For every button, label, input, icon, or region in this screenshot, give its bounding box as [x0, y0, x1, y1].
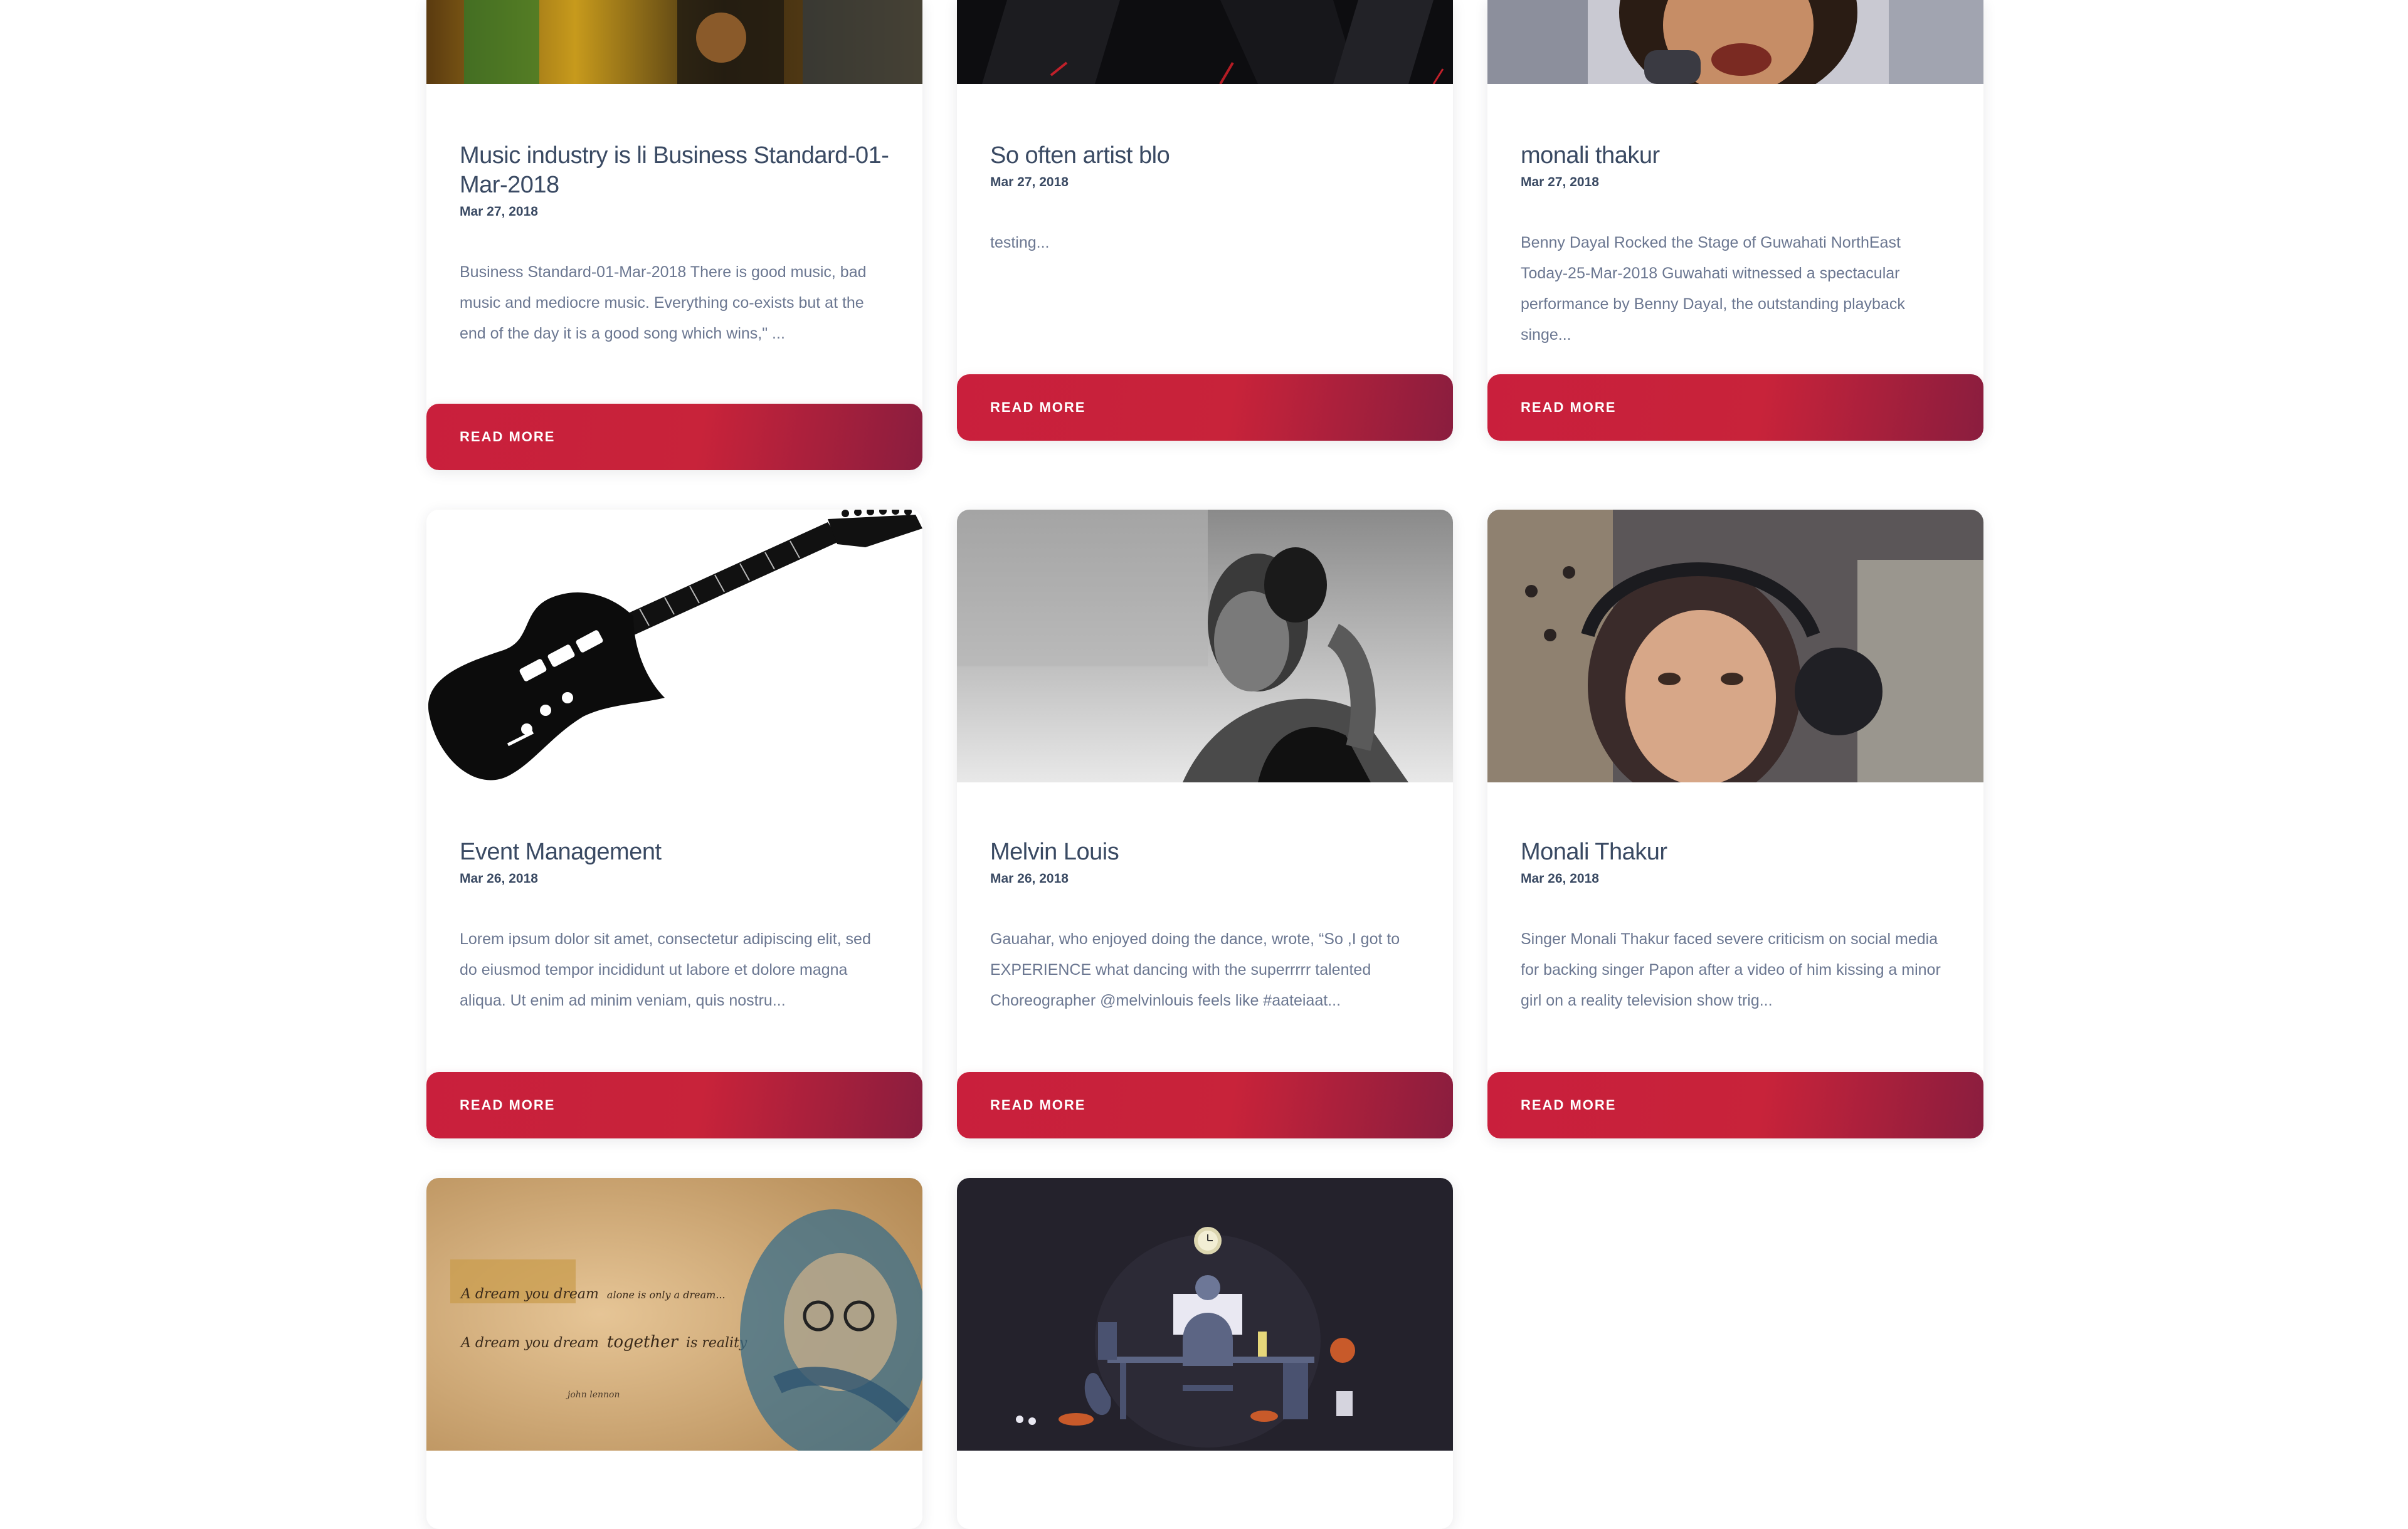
post-card: A dream you dream alone is only a dream.…: [426, 1178, 922, 1529]
post-excerpt: testing...: [990, 234, 1050, 251]
quote-line1-b: alone is only a dream...: [607, 1289, 726, 1301]
quote-line2-b: together: [607, 1333, 679, 1352]
post-title[interactable]: Monali Thakur: [1521, 838, 1950, 867]
blog-grid: Music industry is li Business Standard-0…: [0, 0, 2408, 1529]
post-date: Mar 26, 2018: [460, 871, 538, 886]
read-more-button[interactable]: READ MORE: [957, 1072, 1453, 1138]
post-thumbnail-abstract[interactable]: [957, 0, 1453, 84]
read-more-label: READ MORE: [1521, 399, 1617, 415]
post-date: Mar 26, 2018: [1521, 871, 1599, 886]
quote-line2-c: is reality: [686, 1335, 747, 1351]
read-more-label: READ MORE: [990, 399, 1086, 415]
post-date: Mar 27, 2018: [460, 204, 538, 219]
post-title[interactable]: Music industry is li Business Standard-0…: [460, 141, 889, 200]
post-thumbnail-concert[interactable]: [426, 0, 922, 84]
read-more-label: READ MORE: [1521, 1097, 1617, 1113]
post-thumbnail-night-desk[interactable]: [957, 1178, 1453, 1451]
read-more-button[interactable]: READ MORE: [1487, 1072, 1983, 1138]
read-more-label: READ MORE: [460, 429, 556, 444]
post-card: So often artist blo Mar 27, 2018 testing…: [957, 0, 1453, 441]
post-excerpt: Benny Dayal Rocked the Stage of Guwahati…: [1521, 234, 1905, 344]
quote-signature: john lennon: [566, 1390, 620, 1400]
post-date: Mar 27, 2018: [990, 175, 1069, 189]
post-excerpt: Singer Monali Thakur faced severe critic…: [1521, 930, 1941, 1009]
quote-line1-a: A dream you dream: [460, 1286, 599, 1302]
post-excerpt: Lorem ipsum dolor sit amet, consectetur …: [460, 930, 871, 1009]
post-excerpt: Gauahar, who enjoyed doing the dance, wr…: [990, 930, 1400, 1009]
post-thumbnail-lennon-quote[interactable]: A dream you dream alone is only a dream.…: [426, 1178, 922, 1451]
read-more-button[interactable]: READ MORE: [426, 404, 922, 470]
read-more-button[interactable]: READ MORE: [426, 1072, 922, 1138]
post-title[interactable]: Event Management: [460, 838, 889, 867]
post-card: monali thakur Mar 27, 2018 Benny Dayal R…: [1487, 0, 1983, 441]
svg-text:A dream you dream al: A dream you dream alone is only a dream.…: [460, 1286, 726, 1302]
post-date: Mar 26, 2018: [990, 871, 1069, 886]
post-card: Melvin Louis Mar 26, 2018 Gauahar, who e…: [957, 510, 1453, 1138]
post-date: Mar 27, 2018: [1521, 175, 1599, 189]
read-more-button[interactable]: READ MORE: [1487, 374, 1983, 441]
post-card: Event Management Mar 26, 2018 Lorem ipsu…: [426, 510, 922, 1138]
read-more-button[interactable]: READ MORE: [957, 374, 1453, 441]
post-title[interactable]: So often artist blo: [990, 141, 1420, 171]
post-title[interactable]: Melvin Louis: [990, 838, 1420, 867]
read-more-label: READ MORE: [990, 1097, 1086, 1113]
quote-line2-a: A dream you dream: [460, 1335, 599, 1351]
post-thumbnail-singer[interactable]: [1487, 0, 1983, 84]
read-more-label: READ MORE: [460, 1097, 556, 1113]
post-card: [957, 1178, 1453, 1529]
post-thumbnail-melvin[interactable]: [957, 510, 1453, 782]
post-excerpt: Business Standard-01-Mar-2018 There is g…: [460, 263, 867, 342]
post-title[interactable]: monali thakur: [1521, 141, 1950, 171]
post-thumbnail-guitar[interactable]: [426, 510, 922, 782]
post-card: Monali Thakur Mar 26, 2018 Singer Monali…: [1487, 510, 1983, 1138]
post-thumbnail-studio[interactable]: [1487, 510, 1983, 782]
post-card: Music industry is li Business Standard-0…: [426, 0, 922, 470]
